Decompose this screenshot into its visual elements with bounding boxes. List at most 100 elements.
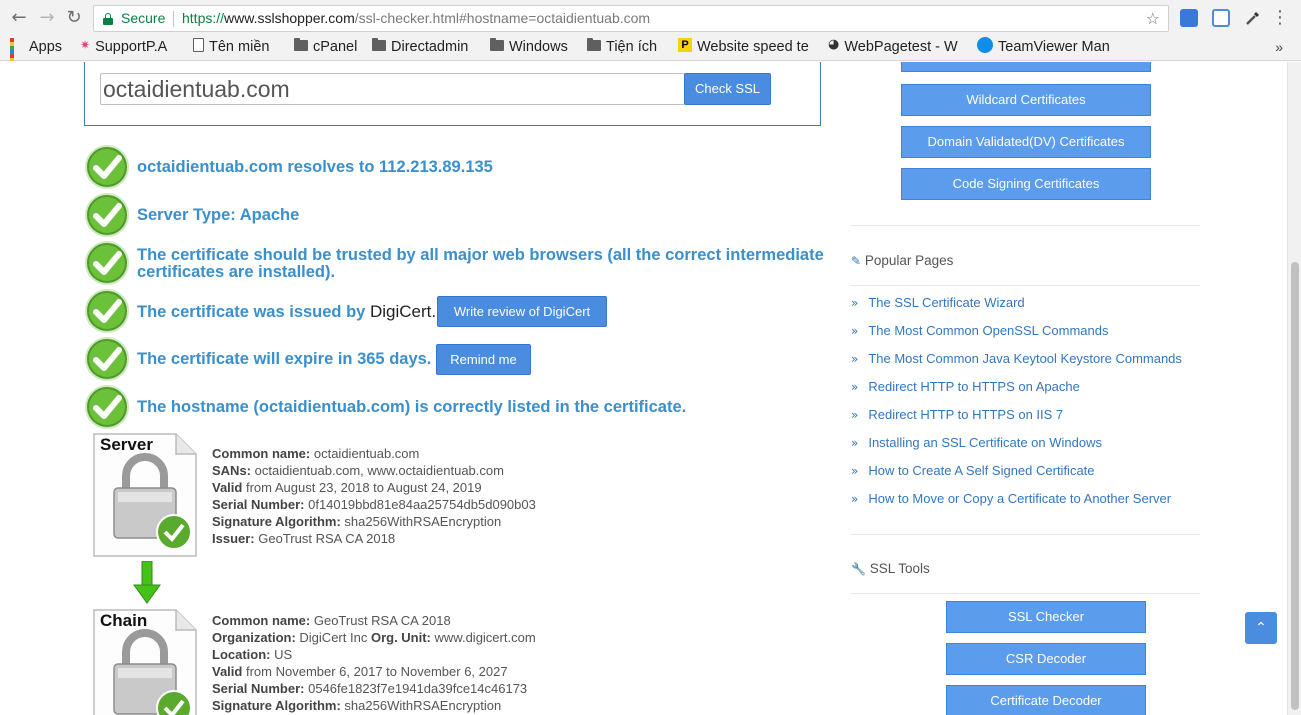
bookmark-windows[interactable]: Windows <box>490 37 578 61</box>
popular-link[interactable]: » The Most Common OpenSSL Commands <box>851 323 1108 338</box>
popular-link-label: Redirect HTTP to HTTPS on Apache <box>868 379 1080 394</box>
result-text: The certificate will expire in 365 days. <box>137 350 432 368</box>
bookmarks-overflow-chevron[interactable]: » <box>1275 37 1283 57</box>
bookmark-ten-mien[interactable]: Tên miền <box>193 37 285 61</box>
write-review-button[interactable]: Write review of DigiCert <box>437 296 607 327</box>
ssl-check-form: octaidientuab.com Check SSL <box>84 62 821 126</box>
chevron-right-icon: » <box>851 436 859 450</box>
popular-link-label: The SSL Certificate Wizard <box>868 295 1025 310</box>
bookmark-cpanel[interactable]: cPanel <box>294 37 366 61</box>
server-label: Server <box>100 435 153 454</box>
bookmark-supportpa[interactable]: ✷ SupportP.A <box>80 37 185 61</box>
detail-label: Serial Number: <box>212 681 305 696</box>
sidebar-divider <box>851 285 1200 286</box>
bookmark-label: Apps <box>29 39 63 55</box>
green-check-icon <box>85 289 129 333</box>
detail-row: Issuer: GeoTrust RSA CA 2018 <box>212 530 536 547</box>
popular-link[interactable]: » Redirect HTTP to HTTPS on Apache <box>851 379 1080 394</box>
detail-value: sha256WithRSAEncryption <box>344 514 502 529</box>
omnibox-divider <box>173 11 174 27</box>
detail-value: octaidientuab.com <box>313 446 420 461</box>
popular-link[interactable]: » How to Move or Copy a Certificate to An… <box>851 491 1171 506</box>
detail-row: Common name: octaidientuab.com <box>212 445 536 462</box>
result-text: The certificate was issued by DigiCert. <box>137 303 436 321</box>
ssl-checker-button[interactable]: SSL Checker <box>946 601 1146 633</box>
url-text[interactable]: https://www.sslshopper.com/ssl-checker.h… <box>182 6 650 31</box>
popular-link[interactable]: » The SSL Certificate Wizard <box>851 295 1025 310</box>
code-signing-certificates-button[interactable]: Code Signing Certificates <box>901 168 1151 200</box>
support-favicon: ✷ <box>80 38 91 53</box>
bookmark-tien-ich[interactable]: Tiện ích <box>587 37 669 61</box>
url-host: www.sslshopper.com <box>224 10 355 26</box>
popular-link[interactable]: » Redirect HTTP to HTTPS on IIS 7 <box>851 407 1063 422</box>
folder-icon <box>372 37 386 51</box>
result-text-line2: certificates are installed). <box>137 263 336 281</box>
bookmark-label: Directadmin <box>391 39 469 55</box>
server-certificate-icon: Server <box>92 432 198 558</box>
eyedropper-extension-icon[interactable] <box>1244 9 1262 27</box>
ov-ev-certificates-button[interactable]: OV/EV Certificates <box>901 62 1151 72</box>
bookmark-label: TeamViewer Man <box>998 39 1110 55</box>
hostname-input[interactable]: octaidientuab.com <box>100 73 685 105</box>
green-check-icon <box>85 385 129 429</box>
kebab-menu-icon[interactable]: ⋮ <box>1271 7 1289 28</box>
translate-extension-icon[interactable] <box>1180 9 1198 27</box>
popular-link[interactable]: » Installing an SSL Certificate on Window… <box>851 435 1102 450</box>
csr-decoder-button[interactable]: CSR Decoder <box>946 643 1146 675</box>
bookmark-label: Tiện ích <box>606 39 658 55</box>
chevron-right-icon: » <box>851 464 859 478</box>
calendar-extension-icon[interactable] <box>1212 9 1230 27</box>
detail-row: Serial Number: 0546fe1823f7e1941da39fce1… <box>212 680 536 697</box>
page-viewport: octaidientuab.com Check SSL octaidientua… <box>0 62 1287 715</box>
scrollbar-thumb[interactable] <box>1291 262 1299 710</box>
url-path: /ssl-checker.html#hostname=octaidientuab… <box>354 10 651 26</box>
page-scrollbar[interactable] <box>1287 62 1301 715</box>
address-bar[interactable]: Secure https://www.sslshopper.com/ssl-ch… <box>93 5 1169 32</box>
browser-toolbar: ← → ↻ Secure https://www.sslshopper.com/… <box>0 0 1301 37</box>
issuer-name: DigiCert <box>369 302 432 321</box>
popular-link-label: Redirect HTTP to HTTPS on IIS 7 <box>868 407 1064 422</box>
bookmark-label: cPanel <box>313 39 358 55</box>
chevron-right-icon: » <box>851 324 859 338</box>
issuer-suffix: . <box>431 302 437 321</box>
bookmark-teamviewer[interactable]: TeamViewer Man <box>977 37 1117 61</box>
detail-value: 0546fe1823f7e1941da39fce14c46173 <box>308 681 528 696</box>
bookmark-label: Website speed te <box>697 39 809 55</box>
detail-label: Valid <box>212 480 243 495</box>
ssl-tools-title: SSL Tools <box>869 561 930 576</box>
bookmark-label: SupportP.A <box>95 39 168 55</box>
green-check-icon <box>85 337 129 381</box>
bookmark-apps[interactable]: Apps <box>10 37 72 61</box>
remind-me-button[interactable]: Remind me <box>436 344 531 375</box>
popular-pages-heading: ✎ Popular Pages <box>851 253 953 269</box>
popular-link[interactable]: » The Most Common Java Keytool Keystore C… <box>851 351 1182 366</box>
check-ssl-button[interactable]: Check SSL <box>684 73 771 105</box>
dv-certificates-button[interactable]: Domain Validated(DV) Certificates <box>901 126 1151 158</box>
forward-arrow-icon[interactable]: → <box>36 7 58 29</box>
bookmark-directadmin[interactable]: Directadmin <box>372 37 482 61</box>
lock-icon <box>103 13 113 25</box>
issuer-prefix: The certificate was issued by <box>137 303 370 321</box>
certificate-decoder-button[interactable]: Certificate Decoder <box>946 685 1146 715</box>
teamviewer-favicon <box>977 37 993 54</box>
back-arrow-icon[interactable]: ← <box>8 7 30 29</box>
green-check-icon <box>85 193 129 237</box>
detail-label: Serial Number: <box>212 497 305 512</box>
detail-label: Issuer: <box>212 531 255 546</box>
detail-row: Valid from November 6, 2017 to November … <box>212 663 536 680</box>
popular-link-label: How to Move or Copy a Certificate to Ano… <box>868 491 1172 506</box>
detail-value: from November 6, 2017 to November 6, 202… <box>245 664 508 679</box>
reload-icon[interactable]: ↻ <box>63 7 85 29</box>
bookmark-webpagetest[interactable]: ◕ WebPagetest - W <box>828 37 964 61</box>
bookmark-website-speed[interactable]: P Website speed te <box>678 37 816 61</box>
detail-value: GeoTrust RSA CA 2018 <box>313 613 451 628</box>
detail-value: GeoTrust RSA CA 2018 <box>258 531 396 546</box>
back-to-top-button[interactable]: ⌃ <box>1245 612 1277 644</box>
detail-row: Valid from August 23, 2018 to August 24,… <box>212 479 536 496</box>
popular-link[interactable]: » How to Create A Self Signed Certificate <box>851 463 1095 478</box>
detail-label: Location: <box>212 647 271 662</box>
bookmark-star-icon[interactable]: ☆ <box>1146 6 1160 31</box>
wildcard-certificates-button[interactable]: Wildcard Certificates <box>901 84 1151 116</box>
folder-icon <box>490 37 504 51</box>
apps-grid-icon <box>10 38 24 61</box>
